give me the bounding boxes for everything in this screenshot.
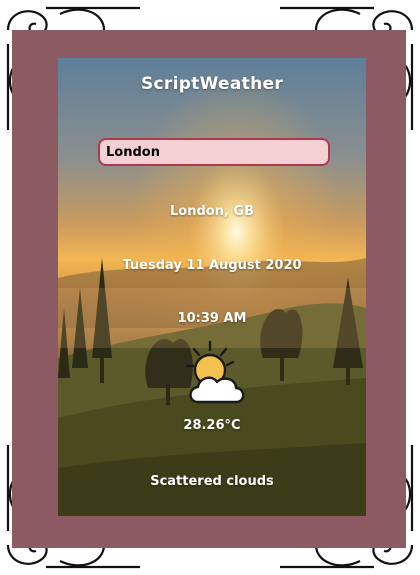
city-search-input[interactable] bbox=[98, 138, 330, 166]
partly-cloudy-icon bbox=[185, 340, 245, 404]
time-text: 10:39 AM bbox=[177, 311, 247, 326]
weather-card: ScriptWeather London, GB Tuesday 11 Augu… bbox=[58, 58, 366, 516]
decorative-frame: ScriptWeather London, GB Tuesday 11 Augu… bbox=[0, 0, 420, 575]
landscape-background bbox=[58, 58, 366, 516]
location-text: London, GB bbox=[169, 204, 254, 219]
weather-description: Scattered clouds bbox=[150, 474, 274, 489]
temperature-text: 28.26°C bbox=[183, 418, 241, 433]
date-text: Tuesday 11 August 2020 bbox=[122, 258, 302, 273]
app-title: ScriptWeather bbox=[140, 74, 284, 94]
